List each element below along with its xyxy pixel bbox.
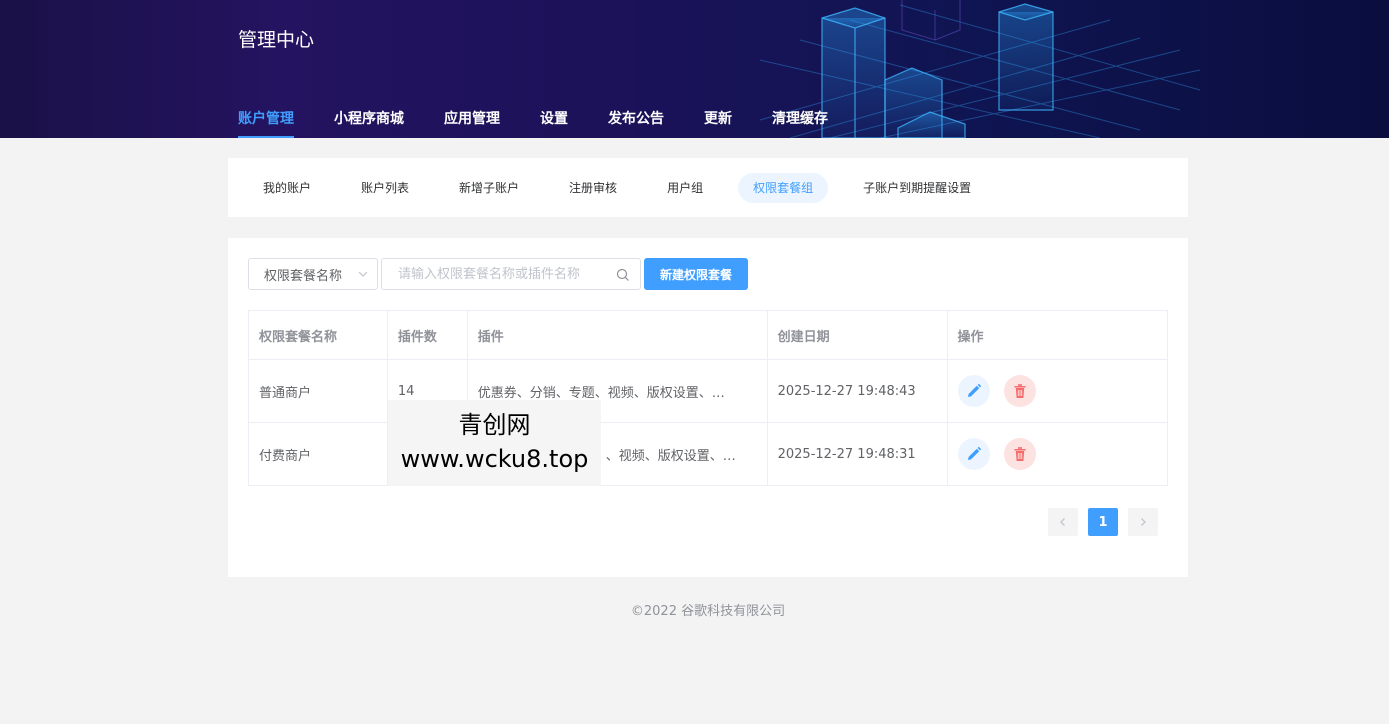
search-box <box>381 258 641 290</box>
tab-expiry-reminder[interactable]: 子账户到期提醒设置 <box>848 173 986 203</box>
trash-icon <box>1014 384 1026 398</box>
next-page-button[interactable] <box>1128 508 1158 536</box>
tab-add-sub-account[interactable]: 新增子账户 <box>444 173 534 203</box>
sub-tab-bar: 我的账户 账户列表 新增子账户 注册审核 用户组 权限套餐组 子账户到期提醒设置 <box>228 158 1188 217</box>
nav-item-update[interactable]: 更新 <box>704 108 732 138</box>
cell-package-name: 付费商户 <box>248 422 388 486</box>
header-actions: 操作 <box>946 310 1168 360</box>
header-plugin-count: 插件数 <box>386 310 468 360</box>
watermark-line-2: www.wcku8.top <box>400 445 589 473</box>
prev-page-button[interactable] <box>1048 508 1078 536</box>
search-field-select[interactable]: 权限套餐名称 <box>248 258 378 290</box>
tab-registration-review[interactable]: 注册审核 <box>554 173 632 203</box>
chevron-left-icon <box>1060 518 1065 526</box>
pagination: 1 <box>1038 508 1158 536</box>
trash-icon <box>1014 447 1026 461</box>
nav-item-app-management[interactable]: 应用管理 <box>444 108 500 138</box>
footer-copyright: ©2022 谷歌科技有限公司 <box>630 604 786 619</box>
nav-item-miniprogram-mall[interactable]: 小程序商城 <box>334 108 404 138</box>
create-package-button[interactable]: 新建权限套餐 <box>644 258 748 290</box>
table-row: 付费商户 、视频、版权设置、… 2025-12-27 19:48:31 <box>248 422 1168 486</box>
nav-item-account[interactable]: 账户管理 <box>238 108 294 138</box>
nav-item-announcement[interactable]: 发布公告 <box>608 108 664 138</box>
search-icon[interactable] <box>616 268 630 282</box>
top-header: 管理中心 账户管理 小程序商城 应用管理 设置 发布公告 更新 清理缓存 <box>0 0 1389 138</box>
watermark-line-1: 青创网 <box>458 411 531 439</box>
chevron-down-icon <box>358 271 368 277</box>
tab-my-account[interactable]: 我的账户 <box>248 173 326 203</box>
nav-item-clear-cache[interactable]: 清理缓存 <box>772 108 828 138</box>
table-row: 普通商户 14 优惠券、分销、专题、视频、版权设置、… 2025-12-27 1… <box>248 359 1168 423</box>
edit-button[interactable] <box>957 375 990 407</box>
cell-created-date: 2025-12-27 19:48:31 <box>766 422 948 486</box>
table-header-row: 权限套餐名称 插件数 插件 创建日期 操作 <box>248 310 1168 360</box>
main-nav: 账户管理 小程序商城 应用管理 设置 发布公告 更新 清理缓存 <box>238 108 868 138</box>
cell-actions <box>946 359 1168 423</box>
cell-created-date: 2025-12-27 19:48:43 <box>766 359 948 423</box>
header-plugins: 插件 <box>466 310 768 360</box>
chevron-right-icon <box>1141 518 1146 526</box>
package-table: 权限套餐名称 插件数 插件 创建日期 操作 普通商户 14 优惠券、分销、专题、… <box>248 310 1168 486</box>
nav-item-settings[interactable]: 设置 <box>540 108 568 138</box>
tab-permission-package[interactable]: 权限套餐组 <box>738 172 829 203</box>
pencil-icon <box>967 446 981 460</box>
delete-button[interactable] <box>1003 375 1036 407</box>
pencil-icon <box>967 383 981 397</box>
select-value: 权限套餐名称 <box>264 268 343 284</box>
toolbar: 权限套餐名称 新建权限套餐 <box>248 258 748 290</box>
header-package-name: 权限套餐名称 <box>248 310 388 360</box>
delete-button[interactable] <box>1003 438 1036 470</box>
edit-button[interactable] <box>957 438 990 470</box>
tab-user-group[interactable]: 用户组 <box>652 173 718 203</box>
search-input[interactable] <box>382 259 640 289</box>
page-number[interactable]: 1 <box>1088 508 1118 536</box>
cell-actions <box>946 422 1168 486</box>
cell-package-name: 普通商户 <box>248 359 388 423</box>
header-created-date: 创建日期 <box>766 310 948 360</box>
tab-account-list[interactable]: 账户列表 <box>346 173 424 203</box>
main-panel: 权限套餐名称 新建权限套餐 权限套餐名称 插件数 插件 创建日期 操作 <box>228 238 1188 577</box>
app-title: 管理中心 <box>238 29 315 51</box>
watermark: 青创网 www.wcku8.top <box>388 400 601 486</box>
